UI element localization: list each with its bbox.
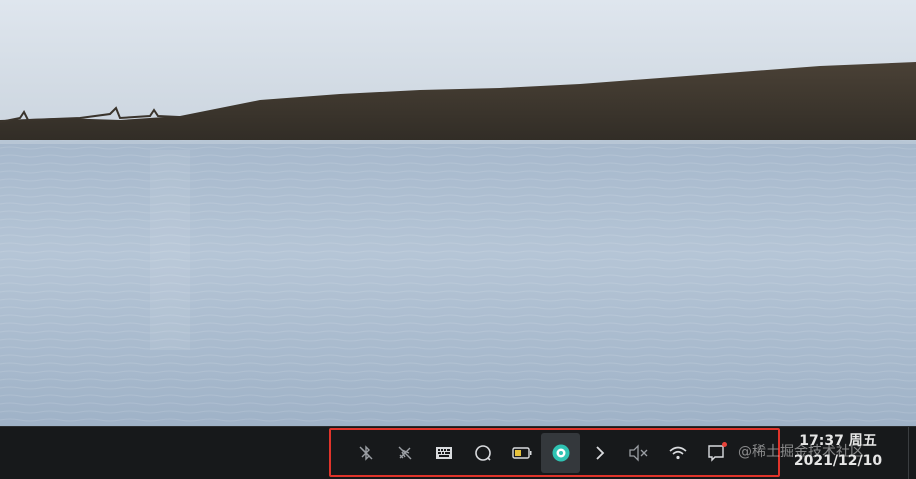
tray-notifications[interactable] xyxy=(697,433,736,473)
lake-landscape-wallpaper xyxy=(0,0,916,426)
tray-volume[interactable] xyxy=(619,433,658,473)
clock-time: 17:37 周五 xyxy=(799,433,877,449)
volume-muted-icon xyxy=(628,444,650,462)
taskbar: @稀土掘金技术社区 17:37 周五 2021/12/10 xyxy=(0,426,916,479)
taskbar-clock[interactable]: 17:37 周五 2021/12/10 xyxy=(788,431,888,471)
desktop-screen: @稀土掘金技术社区 17:37 周五 2021/12/10 xyxy=(0,0,916,479)
tray-airplane-mode[interactable] xyxy=(385,433,424,473)
tray-battery[interactable] xyxy=(502,433,541,473)
system-tray xyxy=(346,433,736,473)
search-icon xyxy=(473,443,493,463)
tray-app-indicator[interactable] xyxy=(541,433,580,473)
battery-icon xyxy=(511,446,532,460)
notification-badge xyxy=(722,442,727,447)
keyboard-layout-icon xyxy=(435,445,453,461)
airplane-mode-icon xyxy=(396,444,414,462)
tray-wifi[interactable] xyxy=(658,433,697,473)
wifi-icon xyxy=(668,445,688,461)
bluetooth-off-icon xyxy=(357,444,375,462)
tray-bluetooth[interactable] xyxy=(346,433,385,473)
tray-keyboard-layout[interactable] xyxy=(424,433,463,473)
desktop-wallpaper xyxy=(0,0,916,426)
tray-search[interactable] xyxy=(463,433,502,473)
clock-date: 2021/12/10 xyxy=(793,453,883,469)
show-desktop-button[interactable] xyxy=(908,427,916,479)
tray-expand[interactable] xyxy=(580,433,619,473)
chevron-right-icon xyxy=(593,444,607,462)
app-indicator-icon xyxy=(551,443,571,463)
